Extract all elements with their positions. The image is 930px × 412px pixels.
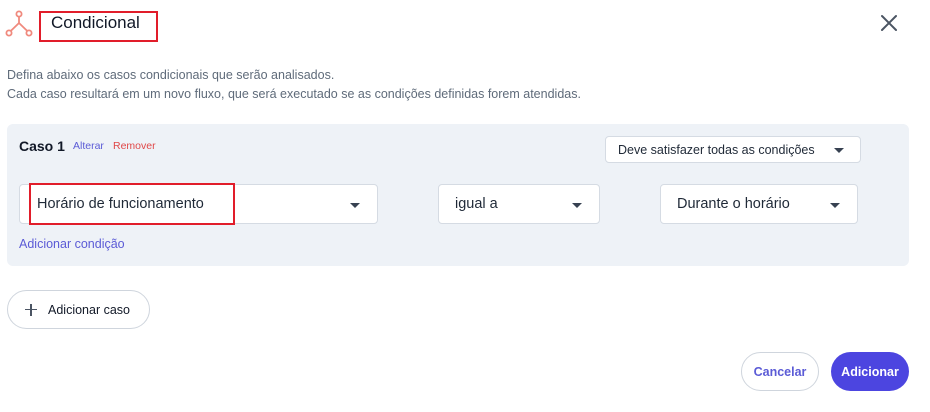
plus-icon xyxy=(25,303,37,316)
chevron-down-icon xyxy=(350,203,360,208)
condition-value-value: Durante o horário xyxy=(677,196,790,212)
condition-value-select[interactable]: Durante o horário xyxy=(660,184,858,224)
match-mode-value: Deve satisfazer todas as condições xyxy=(618,142,815,157)
description-line-2: Cada caso resultará em um novo fluxo, qu… xyxy=(7,87,581,101)
add-case-button[interactable]: Adicionar caso xyxy=(7,290,150,329)
edit-case-link[interactable]: Alterar xyxy=(73,140,104,152)
condition-operator-select[interactable]: igual a xyxy=(438,184,600,224)
chevron-down-icon xyxy=(834,148,844,153)
add-condition-link[interactable]: Adicionar condição xyxy=(19,237,125,251)
match-mode-select[interactable]: Deve satisfazer todas as condições xyxy=(605,136,861,163)
remove-case-link[interactable]: Remover xyxy=(113,140,156,152)
cancel-button[interactable]: Cancelar xyxy=(741,352,819,391)
flow-split-icon xyxy=(5,10,33,37)
add-case-label: Adicionar caso xyxy=(48,302,130,317)
close-icon[interactable] xyxy=(878,12,900,34)
chevron-down-icon xyxy=(572,203,582,208)
title-highlight-box xyxy=(39,11,158,42)
case-title: Caso 1 xyxy=(19,138,65,154)
description-line-1: Defina abaixo os casos condicionais que … xyxy=(7,68,335,82)
chevron-down-icon xyxy=(830,203,840,208)
field-highlight-box xyxy=(29,183,235,225)
submit-button[interactable]: Adicionar xyxy=(831,352,909,391)
condition-operator-value: igual a xyxy=(455,196,498,212)
